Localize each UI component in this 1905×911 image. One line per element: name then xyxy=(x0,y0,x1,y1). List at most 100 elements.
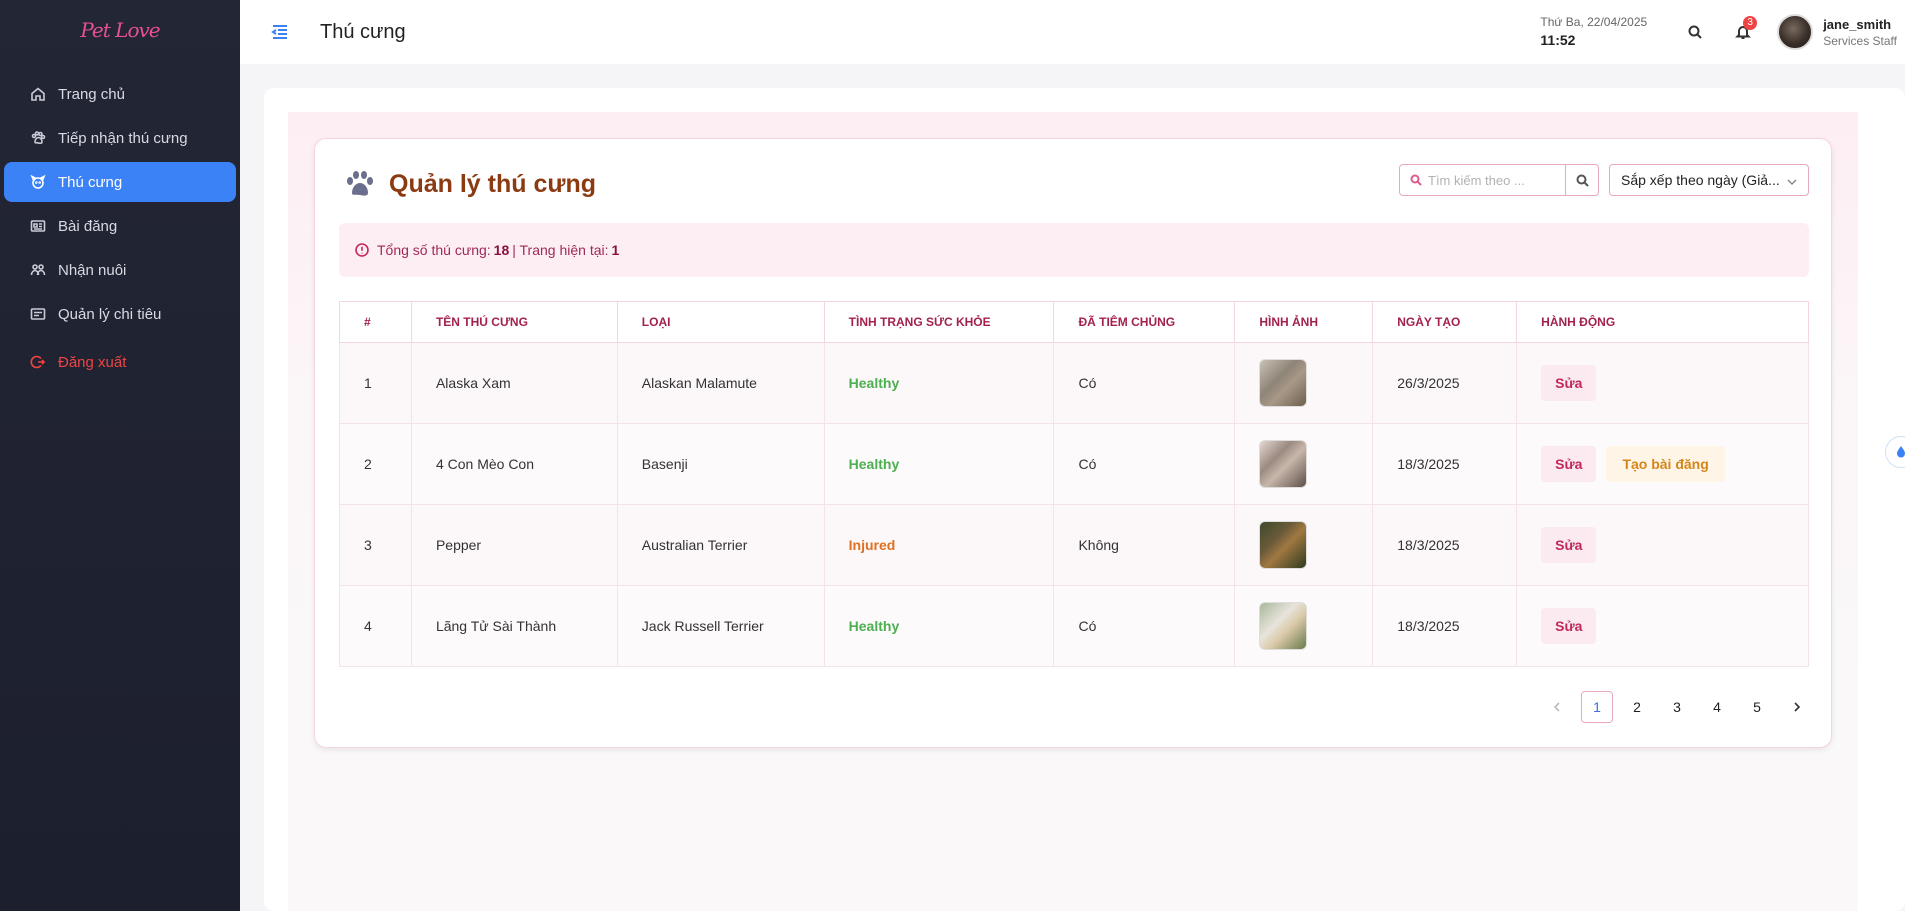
pets-table: # TÊN THÚ CƯNG LOẠI TÌNH TRẠNG SỨC KHỎE … xyxy=(339,301,1809,667)
cell-breed: Basenji xyxy=(616,423,825,505)
sidebar-item-expenses[interactable]: Quản lý chi tiêu xyxy=(4,294,236,334)
user-role: Services Staff xyxy=(1823,33,1897,48)
logout-icon xyxy=(28,352,48,372)
notification-button[interactable]: 3 xyxy=(1723,12,1763,52)
sidebar-item-posts[interactable]: Bài đăng xyxy=(4,206,236,246)
app-logo[interactable]: Pet Love xyxy=(0,0,240,60)
search-icon xyxy=(1410,174,1422,186)
pet-photo[interactable] xyxy=(1259,602,1308,650)
column-header-health[interactable]: TÌNH TRẠNG SỨC KHỎE xyxy=(823,301,1055,343)
cell-vaccinated: Có xyxy=(1053,585,1236,667)
pagination-page[interactable]: 3 xyxy=(1661,691,1693,723)
create-post-button[interactable]: Tạo bài đăng xyxy=(1606,446,1725,482)
column-header-breed[interactable]: LOẠI xyxy=(616,301,825,343)
droplet-icon xyxy=(1897,446,1905,458)
pagination-page[interactable]: 4 xyxy=(1701,691,1733,723)
main-content: Quản lý thú cưng Sắp xếp theo ngày (Giả.… xyxy=(264,88,1905,911)
sidebar-item-home[interactable]: Trang chủ xyxy=(4,74,236,114)
pagination-page[interactable]: 1 xyxy=(1581,691,1613,723)
cell-index: 2 xyxy=(339,423,412,505)
search-submit-button[interactable] xyxy=(1566,165,1598,195)
info-total-label: Tổng số thú cưng: xyxy=(377,242,491,258)
search-button[interactable] xyxy=(1675,12,1715,52)
cell-health: Healthy xyxy=(823,423,1055,505)
card-title: Quản lý thú cưng xyxy=(343,167,596,201)
header-right: Thứ Ba, 22/04/2025 11:52 3 jane_smith Se… xyxy=(1540,0,1897,64)
table-row: 4 Lãng Tử Sài Thành Jack Russell Terrier… xyxy=(339,585,1809,667)
column-header-index[interactable]: # xyxy=(339,301,412,343)
cell-created: 18/3/2025 xyxy=(1372,423,1518,505)
pet-photo[interactable] xyxy=(1259,521,1308,569)
cell-created: 18/3/2025 xyxy=(1372,585,1518,667)
cell-image xyxy=(1234,423,1374,505)
cell-actions: Sửa xyxy=(1516,504,1809,586)
sidebar-item-label: Tiếp nhận thú cưng xyxy=(58,129,188,147)
cell-actions: Sửa Tạo bài đăng xyxy=(1516,423,1809,505)
current-time: 11:52 xyxy=(1540,31,1576,48)
column-header-actions: HÀNH ĐỘNG xyxy=(1516,301,1809,343)
column-header-name[interactable]: TÊN THÚ CƯNG xyxy=(410,301,618,343)
logout-button[interactable]: Đăng xuất xyxy=(4,342,236,382)
pagination-page[interactable]: 2 xyxy=(1621,691,1653,723)
cell-created: 18/3/2025 xyxy=(1372,504,1518,586)
pagination-page[interactable]: 5 xyxy=(1741,691,1773,723)
edit-button[interactable]: Sửa xyxy=(1541,446,1597,482)
search-input[interactable] xyxy=(1428,172,1558,188)
edit-button[interactable]: Sửa xyxy=(1541,365,1597,401)
column-header-image: HÌNH ẢNH xyxy=(1234,301,1374,343)
column-header-vaccinated[interactable]: ĐÃ TIÊM CHỦNG xyxy=(1053,301,1236,343)
sidebar-item-adoption[interactable]: Nhận nuôi xyxy=(4,250,236,290)
menu-toggle-button[interactable] xyxy=(260,12,300,52)
sidebar-item-pets[interactable]: Thú cưng xyxy=(4,162,236,202)
cell-breed: Australian Terrier xyxy=(616,504,825,586)
search-icon xyxy=(1576,174,1589,187)
sidebar-item-pet-intake[interactable]: Tiếp nhận thú cưng xyxy=(4,118,236,158)
cell-image xyxy=(1234,504,1374,586)
edit-button[interactable]: Sửa xyxy=(1541,527,1597,563)
logout-label: Đăng xuất xyxy=(58,353,127,371)
menu-fold-icon xyxy=(271,25,287,39)
info-bar: Tổng số thú cưng: 18 | Trang hiện tại: 1 xyxy=(339,223,1809,277)
cell-image xyxy=(1234,585,1374,667)
pagination: 1 2 3 4 5 xyxy=(1533,691,1813,723)
cell-breed: Jack Russell Terrier xyxy=(616,585,825,667)
pagination-next-button[interactable] xyxy=(1781,691,1813,723)
column-header-created[interactable]: NGÀY TẠO xyxy=(1372,301,1518,343)
notification-badge: 3 xyxy=(1743,16,1758,30)
table-header-row: # TÊN THÚ CƯNG LOẠI TÌNH TRẠNG SỨC KHỎE … xyxy=(339,301,1809,343)
info-total-value: 18 xyxy=(493,242,510,258)
user-info[interactable]: jane_smith Services Staff xyxy=(1823,17,1897,48)
cell-vaccinated: Có xyxy=(1053,423,1236,505)
content-background: Quản lý thú cưng Sắp xếp theo ngày (Giả.… xyxy=(288,112,1858,911)
cell-health: Healthy xyxy=(823,585,1055,667)
newspaper-icon xyxy=(28,216,48,236)
info-icon xyxy=(355,243,377,257)
edit-button[interactable]: Sửa xyxy=(1541,608,1597,644)
sidebar-item-label: Nhận nuôi xyxy=(58,261,127,279)
table-row: 2 4 Con Mèo Con Basenji Healthy Có 18/3/… xyxy=(339,423,1809,505)
page-title: Thú cưng xyxy=(320,20,406,43)
panel-title: Quản lý thú cưng xyxy=(389,169,596,198)
chevron-right-icon xyxy=(1794,702,1801,712)
sort-select[interactable]: Sắp xếp theo ngày (Giả... xyxy=(1609,164,1809,196)
people-icon xyxy=(28,260,48,280)
cell-health: Healthy xyxy=(823,342,1055,424)
datetime: Thứ Ba, 22/04/2025 11:52 xyxy=(1540,15,1647,49)
sidebar-item-label: Bài đăng xyxy=(58,217,118,235)
sidebar-nav: Trang chủ Tiếp nhận thú cưng Thú cưng Bà… xyxy=(0,74,240,382)
search-box xyxy=(1399,164,1599,196)
pet-photo[interactable] xyxy=(1259,440,1308,488)
user-name: jane_smith xyxy=(1823,16,1892,32)
logo-text: Pet Love xyxy=(80,18,160,42)
pagination-prev-button[interactable] xyxy=(1541,691,1573,723)
home-icon xyxy=(28,84,48,104)
sidebar: Pet Love Trang chủ Tiếp nhận thú cưng Th… xyxy=(0,0,240,911)
wallet-icon xyxy=(28,304,48,324)
cell-index: 1 xyxy=(339,342,412,424)
cell-index: 4 xyxy=(339,585,412,667)
cell-image xyxy=(1234,342,1374,424)
cell-index: 3 xyxy=(339,504,412,586)
pet-photo[interactable] xyxy=(1259,359,1308,407)
info-page-value: 1 xyxy=(611,242,620,258)
avatar[interactable] xyxy=(1777,14,1814,50)
